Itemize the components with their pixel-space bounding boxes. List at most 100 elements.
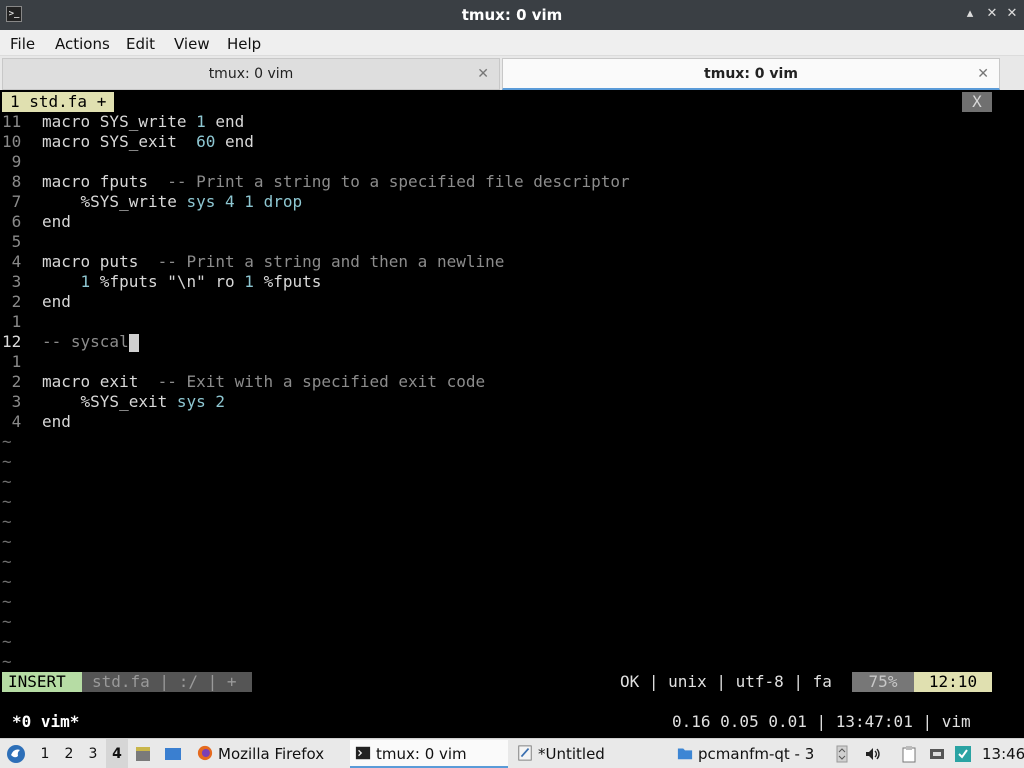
vim-line-number: 1: [2, 312, 22, 331]
menu-help[interactable]: Help: [227, 35, 261, 53]
minimize-button[interactable]: ▴: [962, 6, 978, 22]
volume-icon[interactable]: [864, 745, 882, 763]
code-token: macro SYS_exit: [42, 132, 197, 151]
code-token: macro puts: [42, 252, 158, 271]
vim-current-line[interactable]: 12 -- syscal: [2, 332, 139, 352]
vim-line-number: 7: [2, 192, 22, 211]
code-token: end: [215, 132, 254, 151]
desktop-2[interactable]: 2: [58, 739, 80, 768]
tmux-window-name[interactable]: *0 vim*: [12, 710, 79, 734]
vim-empty-line-marker: ~: [2, 632, 12, 651]
vim-buffer-close-button[interactable]: X: [962, 92, 992, 112]
vim-code-line[interactable]: 11 macro SYS_write 1 end: [2, 112, 244, 132]
code-token: 1: [244, 272, 254, 291]
window-titlebar: >_ tmux: 0 vim ▴ ✕ ✕: [0, 0, 1024, 30]
tab-close-icon[interactable]: ✕: [977, 59, 989, 89]
tab-terminal-1[interactable]: tmux: 0 vim ✕: [2, 58, 500, 90]
terminal-icon: [355, 746, 371, 760]
firefox-icon: [197, 745, 213, 761]
code-token: -- Exit with a specified exit code: [157, 372, 486, 391]
text-cursor: [128, 333, 139, 352]
window-title: tmux: 0 vim: [461, 6, 563, 24]
vim-line-number: 3: [2, 272, 22, 291]
vim-encoding-info: OK | unix | utf-8 | fa: [620, 672, 832, 691]
code-token: 60: [196, 132, 216, 151]
vim-empty-line-marker: ~: [2, 432, 12, 451]
vim-line-number: 5: [2, 232, 22, 251]
vim-buffer-tab[interactable]: 1 std.fa +: [2, 92, 115, 112]
vim-code-line[interactable]: 4 macro puts -- Print a string and then a…: [2, 252, 505, 272]
show-desktop-icon[interactable]: [164, 745, 182, 763]
menu-view[interactable]: View: [174, 35, 210, 53]
vim-code-line[interactable]: 1: [2, 312, 42, 332]
task-text-editor[interactable]: *Untitled: [512, 740, 668, 768]
tab-close-icon[interactable]: ✕: [477, 59, 489, 89]
clock[interactable]: 13:46: [982, 739, 1024, 768]
vim-code-line[interactable]: 8 macro fputs -- Print a string to a spec…: [2, 172, 630, 192]
vim-empty-line-marker: ~: [2, 452, 12, 471]
code-token: end: [42, 212, 71, 231]
code-token: end: [42, 412, 71, 431]
menu-edit[interactable]: Edit: [126, 35, 155, 53]
vim-code-line[interactable]: 3 %SYS_exit sys 2: [2, 392, 225, 412]
code-token: end: [205, 112, 245, 131]
desktop-3[interactable]: 3: [82, 739, 104, 768]
tab-label: tmux: 0 vim: [208, 66, 294, 82]
tab-label: tmux: 0 vim: [704, 66, 798, 82]
code-token: %fputs: [253, 272, 322, 291]
vim-code-line[interactable]: 6 end: [2, 212, 71, 232]
tab-terminal-2[interactable]: tmux: 0 vim ✕: [502, 58, 1000, 90]
desktop-1[interactable]: 1: [34, 739, 56, 768]
menu-file[interactable]: File: [10, 35, 35, 53]
vim-line-number: 11: [2, 112, 22, 131]
vim-empty-line-marker: ~: [2, 472, 12, 491]
taskbar-scroll-icon[interactable]: [836, 745, 848, 763]
start-menu-icon[interactable]: [6, 744, 26, 764]
code-token: 1: [196, 112, 206, 131]
vim-code-line[interactable]: 2 macro exit -- Exit with a specified exi…: [2, 372, 485, 392]
code-token: macro SYS_write: [42, 112, 197, 131]
code-token: sys 4 1 drop: [186, 192, 303, 211]
task-terminal[interactable]: tmux: 0 vim: [350, 740, 508, 768]
vim-line-number: 9: [2, 152, 22, 171]
task-firefox[interactable]: Mozilla Firefox: [192, 740, 342, 768]
vim-code-line[interactable]: 9: [2, 152, 42, 172]
vim-code-line[interactable]: 5: [2, 232, 42, 252]
close-window-button[interactable]: ✕: [1004, 6, 1020, 22]
vim-line-number: 10: [2, 132, 22, 151]
desktop-4[interactable]: 4: [106, 739, 128, 768]
vim-code-line[interactable]: 7 %SYS_write sys 4 1 drop: [2, 192, 302, 212]
vim-line-number: 12: [2, 332, 22, 351]
vim-mode: INSERT: [2, 672, 82, 692]
vim-cursor-position: 12:10: [914, 672, 992, 692]
task-file-manager[interactable]: pcmanfm-qt - 3 ...: [672, 740, 832, 768]
vim-file-info: std.fa | :/ | +: [82, 672, 252, 692]
file-manager-launcher-icon[interactable]: [134, 745, 152, 763]
maximize-button[interactable]: ✕: [984, 6, 1000, 22]
vim-line-number: 4: [2, 412, 22, 431]
vim-scroll-percent: 75%: [852, 672, 914, 692]
menubar: File Actions Edit View Help: [0, 30, 1024, 56]
vim-code-line[interactable]: 4 end: [2, 412, 71, 432]
code-token: "\n": [167, 272, 206, 291]
code-token: macro exit: [42, 372, 158, 391]
vim-statusline: INSERT std.fa | :/ | + OK | unix | utf-8…: [2, 672, 992, 692]
vim-empty-line-marker: ~: [2, 612, 12, 631]
vim-code-line[interactable]: 3 1 %fputs "\n" ro 1 %fputs: [2, 272, 322, 292]
task-label: tmux: 0 vim: [376, 745, 467, 763]
vim-line-number: 2: [2, 372, 22, 391]
clipboard-icon[interactable]: [900, 745, 918, 763]
code-token: end: [42, 292, 71, 311]
network-icon[interactable]: [928, 745, 946, 763]
task-label: Mozilla Firefox: [218, 745, 325, 763]
task-label: pcmanfm-qt - 3 ...: [698, 745, 815, 763]
vim-code-line[interactable]: 10 macro SYS_exit 60 end: [2, 132, 254, 152]
menu-actions[interactable]: Actions: [55, 35, 110, 53]
terminal-area[interactable]: 1 std.fa + X 11 macro SYS_write 1 end 10 ma…: [0, 90, 1024, 738]
updates-icon[interactable]: [954, 745, 972, 763]
code-token: -- syscal: [42, 332, 129, 351]
vim-code-line[interactable]: 2 end: [2, 292, 71, 312]
code-token: ro: [205, 272, 245, 291]
vim-code-line[interactable]: 1: [2, 352, 42, 372]
